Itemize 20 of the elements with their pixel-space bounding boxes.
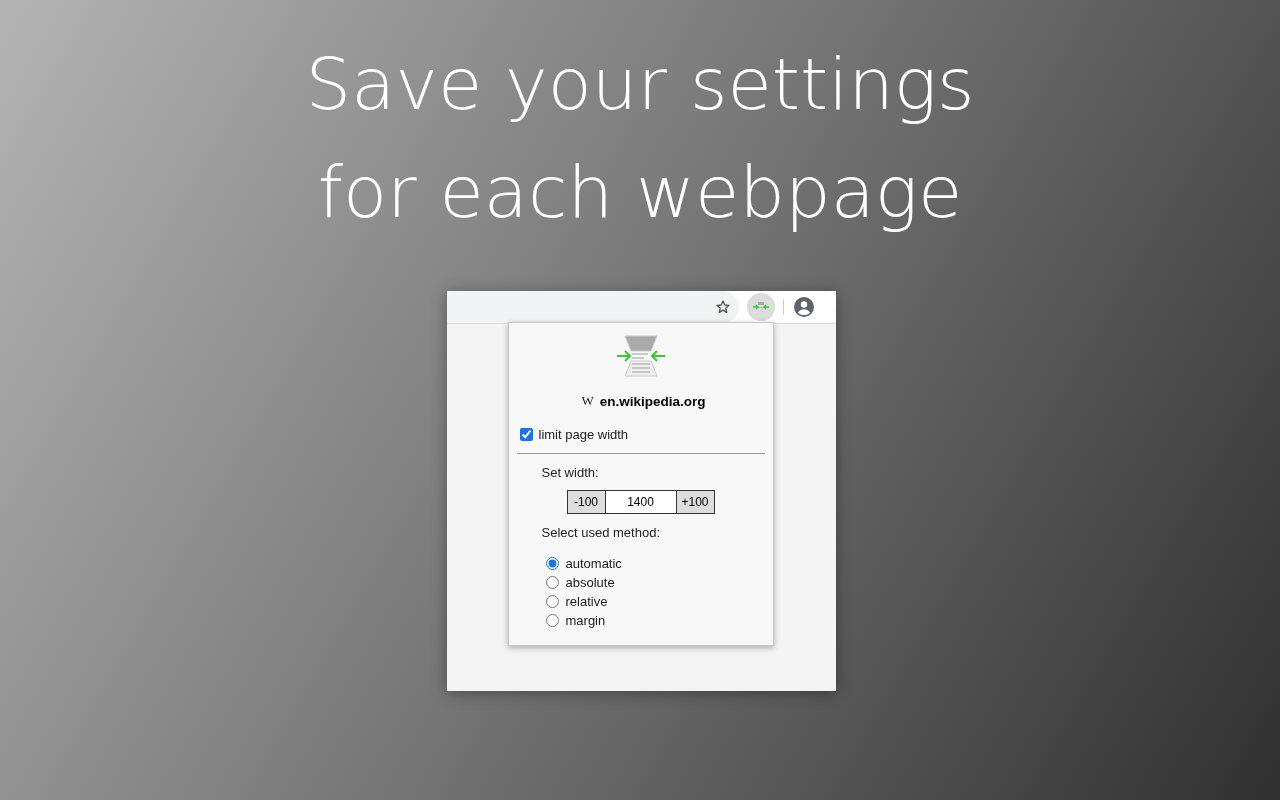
- method-radio[interactable]: [545, 614, 559, 627]
- profile-icon[interactable]: [793, 297, 814, 317]
- headline: for each webpage: [317, 149, 963, 236]
- method-radio[interactable]: [545, 557, 559, 570]
- radio-label: relative: [565, 594, 608, 609]
- radio-label: margin: [565, 613, 606, 628]
- method-label: Select used method:: [541, 525, 662, 540]
- compress-width-logo-icon: [615, 335, 666, 377]
- site-domain: en.wikipedia.org: [599, 393, 706, 409]
- radio-label: absolute: [565, 575, 615, 590]
- method-radio[interactable]: [545, 595, 559, 608]
- method-radio[interactable]: [545, 576, 559, 589]
- extension-button[interactable]: [746, 293, 775, 321]
- radio-label: automatic: [565, 556, 622, 571]
- star-icon[interactable]: [714, 299, 731, 315]
- headline: Save your settings: [305, 41, 975, 128]
- site-favicon: W: [581, 393, 594, 409]
- checkbox-label: limit page width: [538, 427, 629, 442]
- set-width-label: Set width:: [541, 465, 600, 480]
- limit-checkbox[interactable]: [519, 428, 533, 441]
